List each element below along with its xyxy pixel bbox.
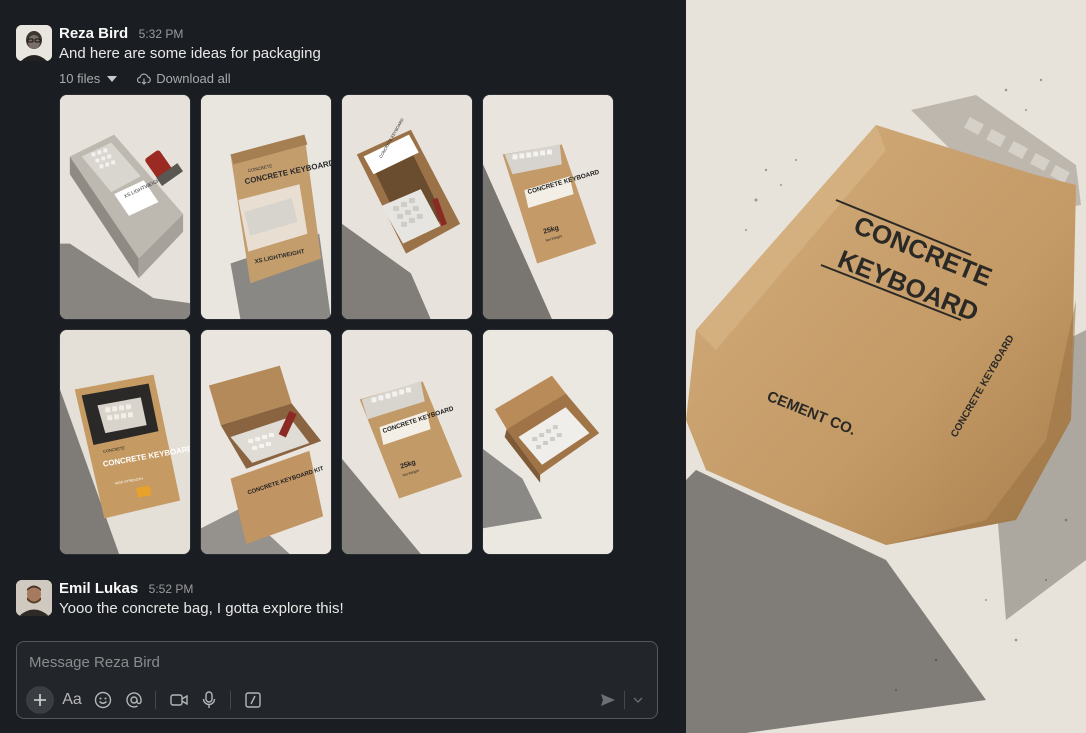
chevron-down-icon[interactable] [630,688,646,712]
image-grid: XS LIGHTWEIGHT CONCRETE CONCRETE KEYBOAR… [59,94,616,556]
chat-pane: Reza Bird 5:32 PM And here are some idea… [0,0,686,733]
toolbar-divider [230,691,231,709]
sender-name[interactable]: Reza Bird [59,25,128,42]
files-count: 10 files [59,71,101,86]
thumbnail-1[interactable]: XS LIGHTWEIGHT [59,94,191,320]
toolbar-divider [155,691,156,709]
download-all-button[interactable]: Download all [137,71,231,86]
thumbnail-4[interactable]: CONCRETE KEYBOARD 25kg Net Weight [482,94,614,320]
mention-icon[interactable] [122,688,146,712]
thumbnail-2[interactable]: CONCRETE CONCRETE KEYBOARD XS LIGHTWEIGH… [200,94,332,320]
message-composer[interactable]: Message Reza Bird Aa [16,641,658,719]
microphone-icon[interactable] [197,688,221,712]
video-icon[interactable] [167,688,191,712]
hero-image-concrete-bag: CONCRETE KEYBOARD CEMENT CO. CONCRETE KE… [686,0,1086,733]
message-text: Yooo the concrete bag, I gotta explore t… [59,600,344,617]
message-emil-lukas: Emil Lukas 5:52 PM Yooo the concrete bag… [16,580,616,620]
thumbnail-6[interactable]: CONCRETE KEYBOARD KIT [200,329,332,555]
sender-name[interactable]: Emil Lukas [59,580,138,597]
emoji-icon[interactable] [91,688,115,712]
thumbnail-3[interactable]: CONCRETE KEYBOARD [341,94,473,320]
toolbar-divider [624,691,625,709]
thumbnail-7[interactable]: CONCRETE KEYBOARD 25kg Net Weight [341,329,473,555]
timestamp[interactable]: 5:52 PM [149,582,194,596]
files-count-toggle[interactable]: 10 files [59,71,118,86]
message-text: And here are some ideas for packaging [59,45,321,62]
avatar-emil-lukas[interactable] [16,580,52,616]
send-icon[interactable] [596,688,620,712]
composer-placeholder[interactable]: Message Reza Bird [29,654,160,671]
download-all-label: Download all [156,71,231,86]
slash-command-icon[interactable] [241,688,265,712]
thumbnail-5[interactable]: CONCRETE CONCRETE KEYBOARD HIGH STRENGTH [59,329,191,555]
timestamp[interactable]: 5:32 PM [139,27,184,41]
thumbnail-8[interactable] [482,329,614,555]
caret-down-icon [107,75,118,82]
format-text-icon[interactable]: Aa [60,688,84,712]
composer-toolbar: Aa [25,686,649,714]
files-bar: 10 files Download all [59,71,231,86]
avatar-reza-bird[interactable] [16,25,52,61]
plus-icon[interactable] [26,686,54,714]
cloud-download-icon [137,73,151,85]
